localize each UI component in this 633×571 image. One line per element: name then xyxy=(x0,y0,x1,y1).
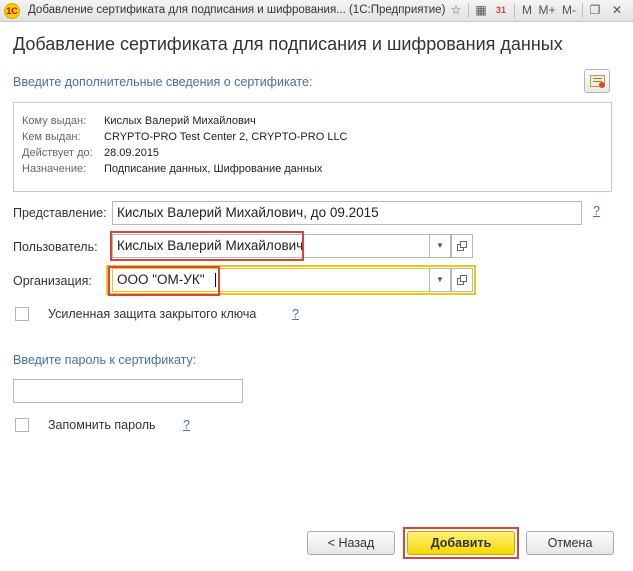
user-highlight-frame xyxy=(110,231,304,261)
cert-info-valid-until: Действует до: 28.09.2015 xyxy=(22,147,160,159)
certificate-seal-icon xyxy=(599,82,605,88)
window-titlebar: 1С Добавление сертификата для подписания… xyxy=(0,0,633,22)
password-input[interactable] xyxy=(13,379,243,403)
remember-password-label: Запомнить пароль xyxy=(48,418,156,432)
window-title: Добавление сертификата для подписания и … xyxy=(28,4,446,16)
page-title: Добавление сертификата для подписания и … xyxy=(13,34,563,54)
user-label: Пользователь: xyxy=(13,240,98,254)
organization-label: Организация: xyxy=(13,274,92,288)
strong-protection-checkbox[interactable] xyxy=(15,307,29,321)
organization-open-button[interactable] xyxy=(451,268,473,292)
open-item-icon xyxy=(460,275,467,282)
cancel-button[interactable]: Отмена xyxy=(526,531,614,555)
organization-highlight-frame xyxy=(108,266,220,296)
remember-password-help-link[interactable]: ? xyxy=(183,418,190,432)
certificate-view-button[interactable] xyxy=(584,69,610,93)
memory-icon[interactable]: M xyxy=(518,2,536,19)
cert-info-purpose: Назначение: Подписание данных, Шифрование… xyxy=(22,163,323,175)
chevron-down-icon: ▼ xyxy=(436,275,444,284)
representation-help-link[interactable]: ? xyxy=(593,204,600,218)
strong-protection-help-link[interactable]: ? xyxy=(292,307,299,321)
close-icon[interactable]: ✕ xyxy=(608,2,626,19)
strong-protection-label: Усиленная защита закрытого ключа xyxy=(48,307,257,321)
open-item-icon xyxy=(460,241,467,248)
certificate-info-panel: Кому выдан: Кислых Валерий Михайлович Кем… xyxy=(13,102,612,192)
memory-plus-icon[interactable]: M+ xyxy=(538,2,556,19)
1c-logo-icon[interactable]: 1С xyxy=(4,3,20,19)
user-dropdown-button[interactable]: ▼ xyxy=(429,234,451,258)
cert-info-section-label: Введите дополнительные сведения о сертиф… xyxy=(13,75,313,89)
cert-info-issued-by: Кем выдан: CRYPTO-PRO Test Center 2, CRYP… xyxy=(22,131,348,143)
chevron-down-icon: ▼ xyxy=(436,241,444,250)
favorite-icon[interactable]: ☆ xyxy=(447,2,465,19)
calculator-icon[interactable]: ▦ xyxy=(472,2,490,19)
representation-input[interactable]: Кислых Валерий Михайлович, до 09.2015 xyxy=(112,201,582,225)
cert-info-issued-to: Кому выдан: Кислых Валерий Михайлович xyxy=(22,115,256,127)
add-button-highlight-frame xyxy=(403,527,519,559)
password-section-label: Введите пароль к сертификату: xyxy=(13,353,197,367)
calendar-icon[interactable]: 31 xyxy=(492,2,510,19)
back-button[interactable]: < Назад xyxy=(307,531,395,555)
representation-label: Представление: xyxy=(13,206,107,220)
memory-minus-icon[interactable]: M- xyxy=(560,2,578,19)
user-open-button[interactable] xyxy=(451,234,473,258)
remember-password-checkbox[interactable] xyxy=(15,418,29,432)
restore-window-icon[interactable]: ❐ xyxy=(586,2,604,19)
organization-dropdown-button[interactable]: ▼ xyxy=(429,268,451,292)
